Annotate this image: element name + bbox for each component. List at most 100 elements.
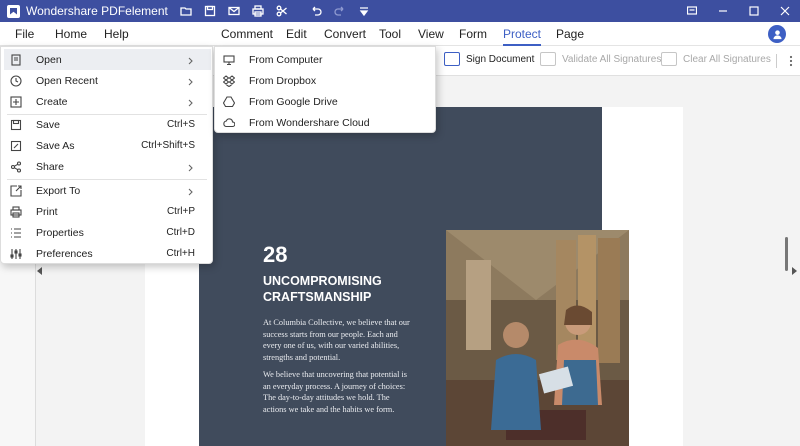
print-icon[interactable]	[246, 0, 270, 22]
validate-signature-icon	[540, 52, 556, 66]
file-menu-create[interactable]: Create	[4, 91, 211, 112]
user-avatar-icon[interactable]	[768, 25, 786, 43]
chevron-right-icon	[188, 187, 193, 195]
file-menu-open-recent[interactable]: Open Recent	[4, 70, 211, 91]
app-title: Wondershare PDFelement	[26, 4, 168, 18]
chevron-right-icon	[188, 77, 193, 85]
export-icon	[10, 184, 22, 197]
shortcut-label: Ctrl+D	[166, 227, 195, 238]
properties-icon	[10, 227, 22, 239]
submenu-label: From Dropbox	[249, 74, 317, 87]
file-menu-label: Open Recent	[36, 74, 98, 87]
file-menu-label: Share	[36, 160, 65, 173]
app-logo-icon	[7, 4, 20, 18]
open-from-google-drive[interactable]: From Google Drive	[215, 91, 435, 112]
title-bar: Wondershare PDFelement	[0, 0, 800, 22]
sign-document-button[interactable]: Sign Document	[444, 52, 534, 66]
page-number-heading: 28	[263, 242, 288, 267]
menu-bar: File Home Help Comment Edit Convert Tool…	[0, 22, 800, 46]
menu-tool[interactable]: Tool	[379, 27, 401, 41]
open-from-dropbox[interactable]: From Dropbox	[215, 70, 435, 91]
sign-document-label: Sign Document	[466, 53, 535, 65]
file-menu: Open Open Recent Create Save Ctrl+S Save…	[0, 46, 213, 264]
file-menu-label: Open	[36, 53, 62, 66]
dropdown-icon[interactable]	[352, 0, 376, 22]
file-menu-save-as[interactable]: Save As Ctrl+Shift+S	[4, 135, 211, 156]
file-menu-export-to[interactable]: Export To	[4, 180, 211, 201]
file-menu-label: Properties	[36, 226, 84, 239]
open-from-computer[interactable]: From Computer	[215, 49, 435, 70]
menu-home[interactable]: Home	[55, 27, 87, 41]
clock-icon	[10, 74, 22, 87]
page-heading: UNCOMPROMISING CRAFTSMANSHIP	[263, 274, 382, 304]
shortcut-label: Ctrl+Shift+S	[141, 140, 195, 151]
more-options-icon[interactable]	[786, 54, 796, 68]
expand-right-panel-icon[interactable]	[792, 267, 797, 275]
open-from-wondershare-cloud[interactable]: From Wondershare Cloud	[215, 112, 435, 133]
validate-all-label: Validate All Signatures	[562, 53, 662, 65]
print-icon	[10, 205, 22, 218]
preferences-icon	[10, 248, 22, 260]
dropbox-icon	[222, 74, 236, 87]
clear-signature-icon	[661, 52, 677, 66]
sign-document-icon	[444, 52, 460, 66]
clear-all-label: Clear All Signatures	[683, 53, 771, 65]
file-menu-label: Save As	[36, 139, 75, 152]
menu-form[interactable]: Form	[459, 27, 487, 41]
scissors-icon[interactable]	[270, 0, 294, 22]
page-paragraph: We believe that uncovering that potentia…	[263, 370, 408, 415]
file-menu-preferences[interactable]: Preferences Ctrl+H	[4, 243, 211, 264]
shortcut-label: Ctrl+S	[166, 119, 195, 130]
menu-protect[interactable]: Protect	[503, 27, 542, 46]
menu-comment[interactable]: Comment	[221, 27, 273, 41]
submenu-label: From Google Drive	[249, 95, 338, 108]
close-icon[interactable]	[769, 0, 800, 22]
maximize-icon[interactable]	[738, 0, 769, 22]
minimize-icon[interactable]	[707, 0, 738, 22]
redo-icon[interactable]	[328, 0, 352, 22]
save-icon	[10, 119, 22, 131]
chevron-right-icon	[188, 56, 193, 64]
menu-page[interactable]: Page	[556, 27, 584, 41]
file-menu-label: Export To	[36, 184, 81, 197]
open-submenu: From Computer From Dropbox From Google D…	[214, 46, 436, 133]
create-icon	[10, 95, 22, 108]
menu-edit[interactable]: Edit	[286, 27, 307, 41]
file-menu-label: Create	[36, 95, 68, 108]
cloud-icon	[223, 117, 236, 129]
file-menu-print[interactable]: Print Ctrl+P	[4, 201, 211, 222]
computer-icon	[223, 54, 235, 66]
file-menu-label: Preferences	[36, 247, 93, 260]
menu-help[interactable]: Help	[104, 27, 129, 41]
mail-icon[interactable]	[222, 0, 246, 22]
clear-all-signatures-button[interactable]: Clear All Signatures	[661, 52, 771, 66]
undo-icon[interactable]	[304, 0, 328, 22]
open-file-icon	[10, 53, 22, 66]
file-menu-label: Print	[36, 205, 58, 218]
chevron-right-icon	[188, 163, 193, 171]
menu-file[interactable]: File	[15, 27, 34, 41]
chevron-right-icon	[188, 98, 193, 106]
validate-all-signatures-button[interactable]: Validate All Signatures	[540, 52, 661, 66]
file-menu-open[interactable]: Open	[4, 49, 211, 70]
collapse-left-panel-icon[interactable]	[37, 267, 42, 275]
file-menu-share[interactable]: Share	[4, 156, 211, 177]
craftsmen-photo	[446, 230, 629, 446]
save-icon[interactable]	[198, 0, 222, 22]
submenu-label: From Wondershare Cloud	[249, 116, 370, 129]
vertical-scrollbar[interactable]	[785, 237, 788, 271]
file-menu-label: Save	[36, 118, 60, 131]
page-paragraph: At Columbia Collective, we believe that …	[263, 318, 410, 363]
toolbar-divider	[776, 54, 777, 68]
shortcut-label: Ctrl+P	[166, 206, 195, 217]
feedback-icon[interactable]	[676, 0, 707, 22]
google-drive-icon	[222, 95, 236, 108]
folder-open-icon[interactable]	[174, 0, 198, 22]
file-menu-save[interactable]: Save Ctrl+S	[4, 114, 211, 135]
share-icon	[10, 160, 22, 173]
menu-convert[interactable]: Convert	[324, 27, 366, 41]
menu-view[interactable]: View	[418, 27, 444, 41]
file-menu-properties[interactable]: Properties Ctrl+D	[4, 222, 211, 243]
save-as-icon	[10, 140, 22, 152]
shortcut-label: Ctrl+H	[166, 248, 195, 259]
